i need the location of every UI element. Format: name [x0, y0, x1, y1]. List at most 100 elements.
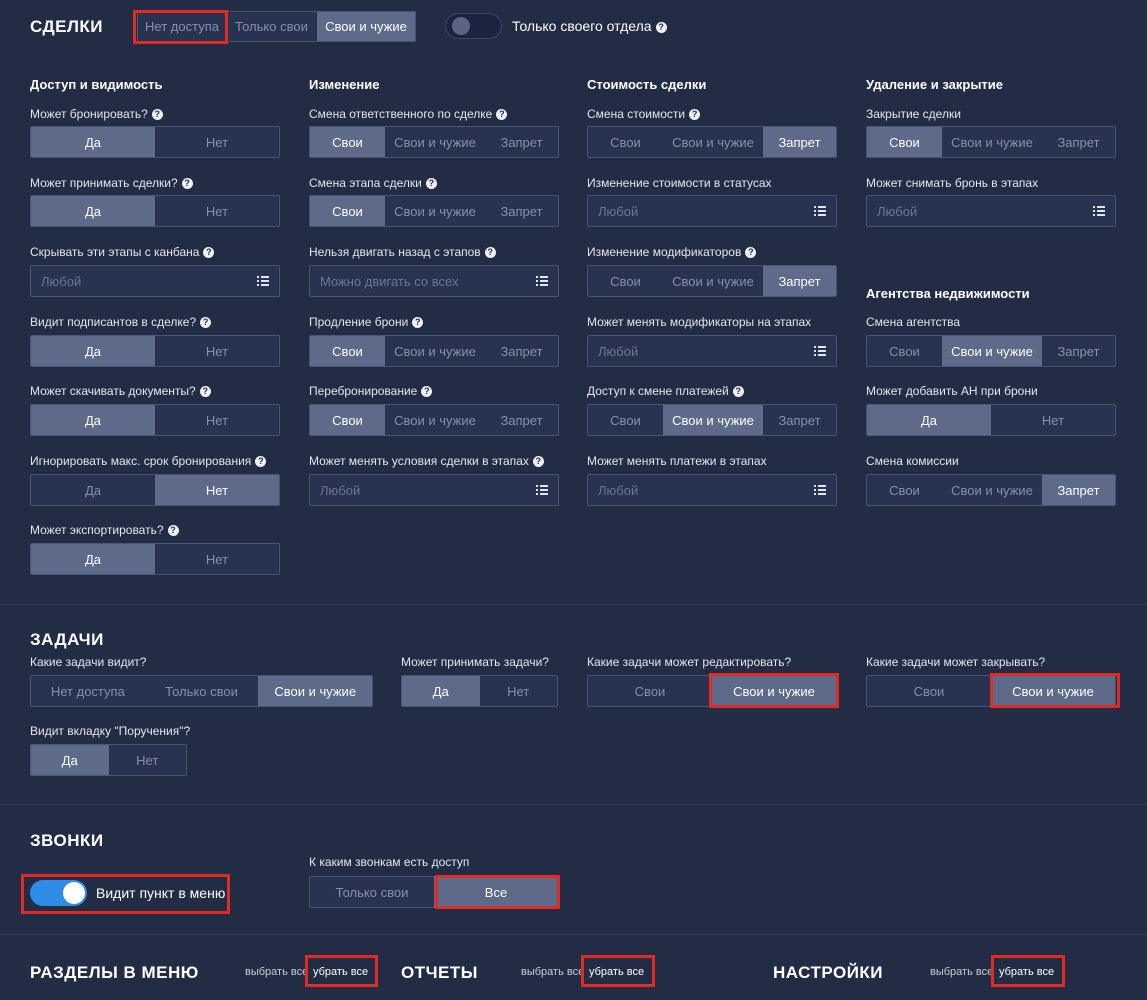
help-icon[interactable]: ? — [496, 109, 508, 120]
option-own-other[interactable]: Свои и чужие — [385, 405, 485, 435]
option-yes[interactable]: Да — [31, 336, 155, 366]
option-no[interactable]: Нет — [109, 745, 187, 775]
help-icon[interactable]: ? — [203, 247, 215, 258]
can-export-selector[interactable]: Да Нет — [30, 543, 280, 575]
help-icon[interactable]: ? — [421, 386, 433, 397]
option-yes[interactable]: Да — [31, 745, 109, 775]
help-icon[interactable]: ? — [181, 178, 193, 189]
option-own-other[interactable]: Свои и чужие — [942, 336, 1042, 366]
rebooking-selector[interactable]: Свои Свои и чужие Запрет — [309, 404, 559, 436]
can-accept-selector[interactable]: Да Нет — [30, 195, 280, 227]
help-icon[interactable]: ? — [425, 178, 437, 189]
option-no[interactable]: Нет — [155, 336, 279, 366]
sees-signers-selector[interactable]: Да Нет — [30, 335, 280, 367]
option-only-own[interactable]: Только свои — [310, 877, 434, 907]
option-own[interactable]: Свои — [867, 676, 991, 706]
help-icon[interactable]: ? — [655, 22, 667, 33]
option-forbid[interactable]: Запрет — [763, 266, 836, 296]
ignore-max-selector[interactable]: Да Нет — [30, 474, 280, 506]
change-resp-selector[interactable]: Свои Свои и чужие Запрет — [309, 126, 559, 158]
option-no[interactable]: Нет — [155, 196, 279, 226]
scope-own-and-other[interactable]: Свои и чужие — [317, 12, 415, 41]
option-forbid[interactable]: Запрет — [485, 336, 558, 366]
option-own[interactable]: Свои — [588, 405, 663, 435]
option-no[interactable]: Нет — [155, 475, 279, 505]
scope-only-own[interactable]: Только свои — [226, 12, 317, 41]
add-agency-selector[interactable]: Да Нет — [866, 404, 1116, 436]
option-yes[interactable]: Да — [31, 544, 155, 574]
mods-in-stages-select[interactable]: Любой — [587, 335, 837, 367]
select-all-link[interactable]: выбрать все — [245, 966, 308, 978]
hide-stages-select[interactable]: Любой — [30, 265, 280, 297]
option-own-other[interactable]: Свои и чужие — [663, 127, 763, 157]
option-own-other[interactable]: Свои и чужие — [663, 405, 763, 435]
change-stage-selector[interactable]: Свои Свои и чужие Запрет — [309, 195, 559, 227]
select-all-link[interactable]: выбрать все — [930, 966, 993, 978]
option-yes[interactable]: Да — [402, 676, 480, 706]
tasks-sees-selector[interactable]: Нет доступа Только свои Свои и чужие — [30, 675, 373, 707]
option-yes[interactable]: Да — [31, 475, 155, 505]
close-deal-selector[interactable]: Свои Свои и чужие Запрет — [866, 126, 1116, 158]
option-own[interactable]: Свои — [310, 196, 385, 226]
help-icon[interactable]: ? — [484, 247, 496, 258]
option-own[interactable]: Свои — [867, 127, 942, 157]
can-book-selector[interactable]: Да Нет — [30, 126, 280, 158]
option-forbid[interactable]: Запрет — [1042, 336, 1115, 366]
option-own-other[interactable]: Свои и чужие — [385, 127, 485, 157]
option-forbid[interactable]: Запрет — [763, 405, 836, 435]
option-own-other[interactable]: Свои и чужие — [663, 266, 763, 296]
option-no[interactable]: Нет — [155, 127, 279, 157]
help-icon[interactable]: ? — [745, 247, 757, 258]
help-icon[interactable]: ? — [199, 386, 211, 397]
help-icon[interactable]: ? — [167, 525, 179, 536]
cost-in-status-select[interactable]: Любой — [587, 195, 837, 227]
help-icon[interactable]: ? — [689, 109, 701, 120]
tasks-accept-selector[interactable]: Да Нет — [401, 675, 558, 707]
option-forbid[interactable]: Запрет — [763, 127, 836, 157]
change-commission-selector[interactable]: Свои Свои и чужие Запрет — [866, 474, 1116, 506]
dept-only-toggle[interactable] — [445, 13, 502, 39]
payments-access-selector[interactable]: Свои Свои и чужие Запрет — [587, 404, 837, 436]
option-yes[interactable]: Да — [867, 405, 991, 435]
help-icon[interactable]: ? — [732, 386, 744, 397]
option-own[interactable]: Свои — [310, 336, 385, 366]
option-own[interactable]: Свои — [310, 405, 385, 435]
option-own-other[interactable]: Свои и чужие — [385, 336, 485, 366]
payments-in-stages-select[interactable]: Любой — [587, 474, 837, 506]
option-own[interactable]: Свои — [588, 676, 712, 706]
option-forbid[interactable]: Запрет — [1042, 127, 1115, 157]
option-forbid[interactable]: Запрет — [1042, 475, 1115, 505]
option-forbid[interactable]: Запрет — [485, 405, 558, 435]
option-yes[interactable]: Да — [31, 405, 155, 435]
option-no[interactable]: Нет — [155, 405, 279, 435]
option-yes[interactable]: Да — [31, 196, 155, 226]
option-own-other[interactable]: Свои и чужие — [385, 196, 485, 226]
help-icon[interactable]: ? — [200, 317, 212, 328]
option-no[interactable]: Нет — [480, 676, 558, 706]
help-icon[interactable]: ? — [532, 456, 544, 467]
help-icon[interactable]: ? — [151, 109, 163, 120]
option-own-other[interactable]: Свои и чужие — [942, 475, 1042, 505]
option-no[interactable]: Нет — [155, 544, 279, 574]
help-icon[interactable]: ? — [412, 317, 424, 328]
no-back-select[interactable]: Можно двигать со всех — [309, 265, 559, 297]
option-forbid[interactable]: Запрет — [485, 127, 558, 157]
option-own[interactable]: Свои — [867, 336, 942, 366]
change-mods-selector[interactable]: Свои Свои и чужие Запрет — [587, 265, 837, 297]
change-agency-selector[interactable]: Свои Свои и чужие Запрет — [866, 335, 1116, 367]
option-own[interactable]: Свои — [310, 127, 385, 157]
option-own[interactable]: Свои — [867, 475, 942, 505]
option-forbid[interactable]: Запрет — [485, 196, 558, 226]
option-only-own[interactable]: Только свои — [145, 676, 259, 706]
tasks-orders-selector[interactable]: Да Нет — [30, 744, 187, 776]
help-icon[interactable]: ? — [255, 456, 267, 467]
unbook-stages-select[interactable]: Любой — [866, 195, 1116, 227]
option-no[interactable]: Нет — [991, 405, 1115, 435]
can-download-selector[interactable]: Да Нет — [30, 404, 280, 436]
extend-booking-selector[interactable]: Свои Свои и чужие Запрет — [309, 335, 559, 367]
select-all-link[interactable]: выбрать все — [521, 966, 584, 978]
option-own-other[interactable]: Свои и чужие — [942, 127, 1042, 157]
option-own[interactable]: Свои — [588, 127, 663, 157]
option-own[interactable]: Свои — [588, 266, 663, 296]
change-terms-select[interactable]: Любой — [309, 474, 559, 506]
